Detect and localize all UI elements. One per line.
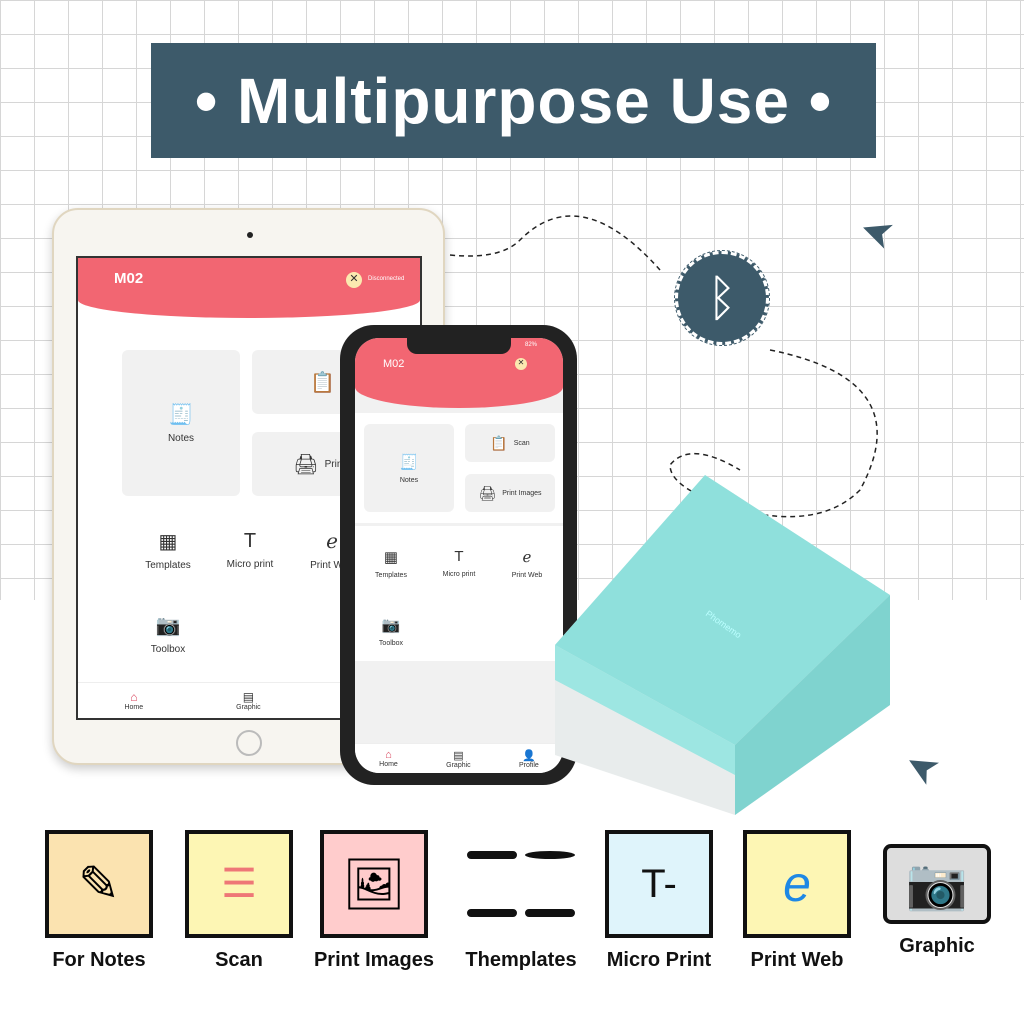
scan-list-icon: ☰ (185, 830, 293, 938)
feature-scan: ☰ Scan (174, 830, 304, 972)
browser-icon: e (743, 830, 851, 938)
close-icon[interactable]: ✕ (515, 358, 527, 370)
browser-icon: ℯ (326, 531, 338, 553)
bottom-nav: ⌂Home ▤Graphic 👤Profile (355, 743, 563, 773)
card-scan[interactable]: 📋 Scan (465, 424, 555, 462)
device-name[interactable]: M02 (383, 358, 404, 370)
app-header: M02 ✕ Disconnected (78, 258, 420, 318)
nav-home[interactable]: ⌂ Home (379, 749, 398, 768)
card-label: Notes (399, 476, 419, 484)
feature-notes: ✎ For Notes (34, 830, 164, 972)
feature-print-images: 🖼 Print Images (309, 830, 439, 972)
home-icon: ⌂ (385, 749, 392, 761)
profile-icon: 👤 (522, 749, 536, 762)
card-label: Notes (167, 433, 195, 444)
camera-icon: 📷 (883, 844, 991, 924)
scan-icon: 📋 (490, 434, 508, 451)
tool-label: Templates (375, 571, 407, 579)
feature-label: Themplates (465, 949, 577, 971)
camera-icon: 📷 (155, 615, 181, 637)
feature-label: Print Web (750, 949, 844, 971)
graphic-icon: ▤ (453, 749, 464, 762)
browser-icon: ℯ (522, 548, 532, 566)
feature-micro-print: T- Micro Print (594, 830, 724, 972)
notes-icon: 🧾 (399, 453, 419, 471)
text-icon: T- (605, 830, 713, 938)
tool-toolbox[interactable]: 📷 Toolbox (361, 606, 421, 656)
feature-templates: Themplates (456, 830, 586, 972)
tool-print-web[interactable]: ℯ Print Web (497, 538, 557, 588)
home-icon: ⌂ (130, 690, 138, 704)
feature-print-web: e Print Web (732, 830, 862, 972)
app-header: 82% M02 ✕ (355, 338, 563, 408)
close-icon[interactable]: ✕ (346, 272, 362, 288)
paper-plane-icon: ➤ (896, 740, 948, 796)
feature-graphic: 📷 Graphic (872, 830, 1002, 958)
title-banner: • Multipurpose Use • (151, 43, 876, 158)
phone: 82% M02 ✕ 🧾 Notes 📋 Scan 🖨 Print Images ▦ Te… (340, 325, 577, 785)
nav-label: Home (124, 704, 144, 711)
tool-micro-print[interactable]: T Micro print (429, 538, 489, 588)
card-print-images[interactable]: 🖨 Print Images (465, 474, 555, 512)
pencil-icon: ✎ (45, 830, 153, 938)
camera-icon (247, 232, 253, 238)
text-icon: T (454, 548, 464, 565)
tool-label: Print Web (511, 571, 543, 579)
feature-label: Scan (215, 949, 263, 971)
templates-icon: ▦ (158, 531, 178, 553)
notch (407, 338, 511, 354)
bluetooth-icon: ᛒ (674, 250, 770, 346)
printer-icon: 🖨 (478, 484, 497, 501)
templates-icon: ▦ (383, 548, 399, 566)
nav-label: Home (379, 761, 398, 768)
card-notes[interactable]: 🧾 Notes (122, 350, 240, 496)
notes-icon: 🧾 (168, 404, 194, 426)
text-icon: T (243, 530, 257, 552)
battery-level: 82% (525, 342, 538, 348)
nav-label: Profile (518, 761, 539, 769)
card-label: Print Images (502, 489, 542, 497)
tool-toolbox[interactable]: 📷 Toolbox (128, 604, 208, 664)
feature-label: Micro Print (606, 949, 712, 971)
device-name[interactable]: M02 (114, 270, 143, 287)
scan-icon: 📋 (310, 371, 336, 394)
camera-icon: 📷 (381, 616, 401, 634)
tool-templates[interactable]: ▦ Templates (128, 520, 208, 580)
nav-label: Graphic (236, 704, 261, 711)
home-button[interactable] (236, 730, 262, 756)
printer-image: Phomemo (555, 475, 890, 815)
nav-graphic[interactable]: ▤ Graphic (446, 749, 471, 769)
nav-label: Graphic (446, 761, 471, 769)
phone-screen: 82% M02 ✕ 🧾 Notes 📋 Scan 🖨 Print Images ▦ Te… (355, 338, 563, 773)
tool-label: Templates (145, 560, 191, 571)
nav-graphic[interactable]: ▤ Graphic (236, 690, 261, 711)
feature-label: Graphic (899, 935, 975, 957)
printer-icon: 🖼 (320, 830, 428, 938)
nav-home[interactable]: ⌂ Home (124, 690, 143, 711)
tool-label: Toolbox (378, 639, 404, 647)
tool-templates[interactable]: ▦ Templates (361, 538, 421, 588)
feature-label: Print Images (313, 949, 435, 971)
connection-status: Disconnected (368, 276, 405, 282)
tool-label: Toolbox (150, 644, 186, 655)
feature-label: For Notes (52, 949, 146, 971)
printer-icon: 🖨 (293, 453, 319, 476)
tool-micro-print[interactable]: T Micro print (210, 520, 290, 580)
graphic-icon: ▤ (242, 690, 255, 704)
nav-profile[interactable]: 👤Profile (519, 749, 539, 769)
card-label: Scan (513, 439, 530, 447)
tool-label: Micro print (226, 559, 274, 570)
templates-icon (467, 830, 575, 938)
tool-label: Micro print (442, 571, 476, 578)
card-notes[interactable]: 🧾 Notes (364, 424, 454, 512)
